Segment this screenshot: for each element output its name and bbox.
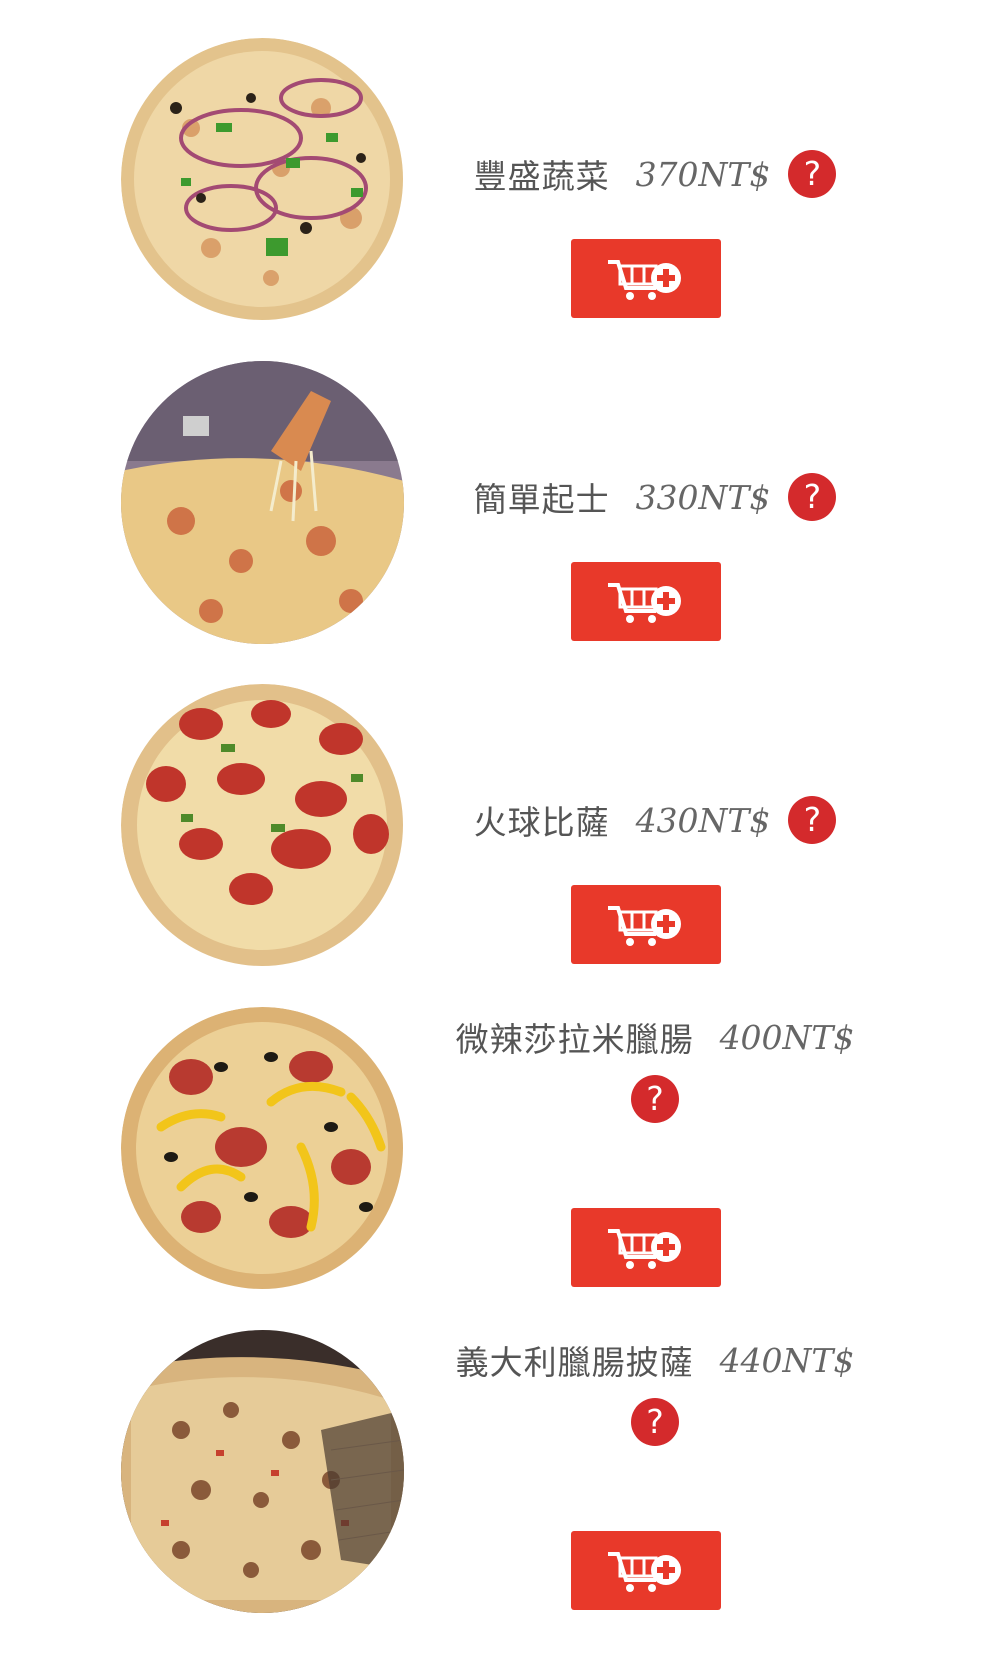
add-to-cart-button[interactable] <box>571 562 721 641</box>
add-to-cart-icon <box>608 1229 681 1269</box>
add-to-cart-button[interactable] <box>571 885 721 964</box>
question-icon[interactable]: ? <box>788 796 837 844</box>
item-name: 微辣莎拉米臘腸 <box>455 1020 694 1059</box>
question-icon[interactable]: ? <box>631 1398 679 1446</box>
item-info: 豐盛蔬菜 370NT$? <box>440 150 870 198</box>
menu-item: 火球比薩 430NT$? <box>0 684 992 1007</box>
question-icon[interactable]: ? <box>631 1075 679 1123</box>
item-price: 330NT$ <box>635 477 771 517</box>
add-to-cart-icon <box>608 1552 681 1592</box>
item-price: 430NT$ <box>635 800 771 840</box>
item-name: 豐盛蔬菜 <box>473 157 610 196</box>
question-icon[interactable]: ? <box>788 150 837 198</box>
menu-item: 豐盛蔬菜 370NT$? <box>0 38 992 361</box>
item-info: 簡單起士 330NT$? <box>440 473 870 521</box>
pizza-image <box>121 684 404 967</box>
pizza-image <box>121 1007 404 1290</box>
pizza-image <box>121 1330 404 1613</box>
item-price: 440NT$ <box>719 1340 855 1380</box>
item-name: 義大利臘腸披薩 <box>455 1343 694 1382</box>
menu-item: 微辣莎拉米臘腸 400NT$ ? <box>0 1007 992 1330</box>
question-icon[interactable]: ? <box>788 473 837 521</box>
menu-item: 義大利臘腸披薩 440NT$ ? <box>0 1330 992 1653</box>
add-to-cart-button[interactable] <box>571 239 721 318</box>
item-price: 370NT$ <box>635 154 771 194</box>
add-to-cart-icon <box>608 906 681 946</box>
pizza-image <box>121 38 404 321</box>
menu-item: 簡單起士 330NT$? <box>0 361 992 684</box>
item-info: 微辣莎拉米臘腸 400NT$ ? <box>440 1007 870 1123</box>
item-info: 義大利臘腸披薩 440NT$ ? <box>440 1330 870 1446</box>
item-price: 400NT$ <box>719 1017 855 1057</box>
item-name: 火球比薩 <box>473 803 610 842</box>
add-to-cart-button[interactable] <box>571 1531 721 1610</box>
add-to-cart-icon <box>608 260 681 300</box>
pizza-image <box>121 361 404 644</box>
item-info: 火球比薩 430NT$? <box>440 796 870 844</box>
add-to-cart-icon <box>608 583 681 623</box>
add-to-cart-button[interactable] <box>571 1208 721 1287</box>
item-name: 簡單起士 <box>473 480 610 519</box>
